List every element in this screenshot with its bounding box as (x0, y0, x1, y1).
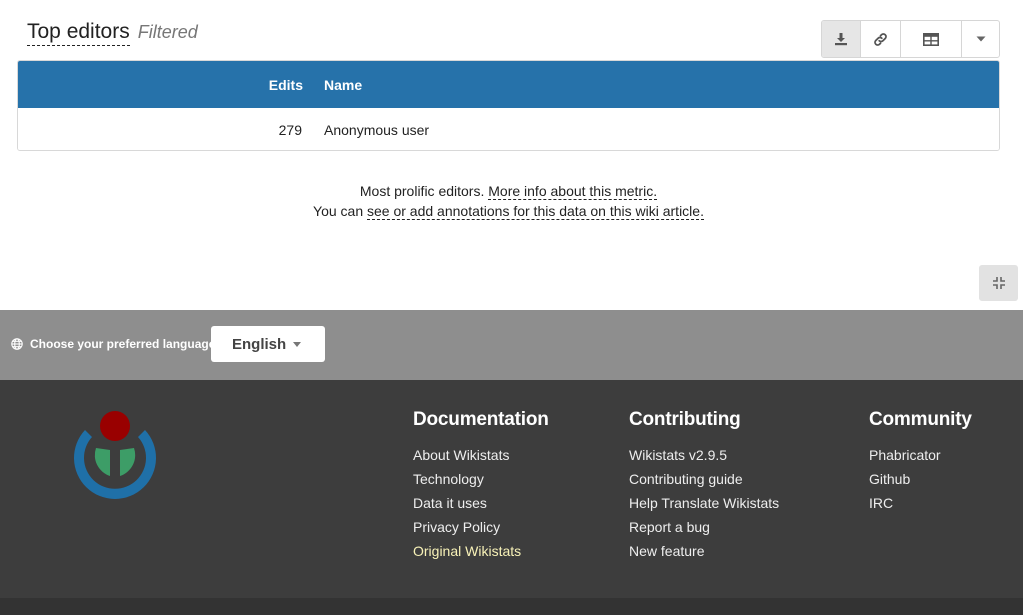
footer-column-documentation: Documentation About Wikistats Technology… (413, 409, 549, 563)
description-line-2: You can see or add annotations for this … (0, 201, 1017, 221)
download-button[interactable] (822, 21, 861, 57)
link-button[interactable] (861, 21, 901, 57)
chart-type-dropdown[interactable] (962, 21, 999, 57)
footer-link-data[interactable]: Data it uses (413, 491, 549, 515)
column-header-edits[interactable]: Edits (18, 77, 303, 93)
widget-toolbar (821, 20, 1000, 58)
footer-link-translate[interactable]: Help Translate Wikistats (629, 491, 779, 515)
filter-label: Filtered (137, 22, 198, 42)
compress-icon (992, 277, 1005, 289)
more-info-link[interactable]: More info about this metric. (488, 183, 658, 200)
footer-link-irc[interactable]: IRC (869, 491, 972, 515)
footer-link-privacy[interactable]: Privacy Policy (413, 515, 549, 539)
table-icon (923, 32, 939, 46)
annotations-prefix: You can (313, 203, 364, 219)
footer-link-report-bug[interactable]: Report a bug (629, 515, 779, 539)
language-bar: Choose your preferred language English (0, 310, 1023, 380)
footer: Documentation About Wikistats Technology… (0, 380, 1023, 615)
table-row: 279 Anonymous user (18, 108, 999, 150)
footer-link-version[interactable]: Wikistats v2.9.5 (629, 443, 779, 467)
language-select[interactable]: English (211, 326, 325, 362)
table-header-row: Edits Name (18, 61, 999, 108)
caret-down-icon (976, 36, 985, 42)
footer-column-contributing: Contributing Wikistats v2.9.5 Contributi… (629, 409, 779, 563)
wikimedia-logo (74, 411, 156, 499)
cell-edits: 279 (278, 121, 302, 138)
footer-link-about[interactable]: About Wikistats (413, 443, 549, 467)
cell-name: Anonymous user (324, 121, 430, 138)
footer-heading-contributing: Contributing (629, 409, 741, 430)
link-icon (874, 32, 887, 46)
download-icon (835, 33, 847, 46)
top-editors-table: Edits Name 279 Anonymous user (17, 60, 1000, 151)
annotations-link[interactable]: see or add annotations for this data on … (367, 203, 704, 220)
footer-link-github[interactable]: Github (869, 467, 972, 491)
widget-title[interactable]: Top editors (27, 20, 130, 46)
footer-link-new-feature[interactable]: New feature (629, 539, 779, 563)
description-text: Most prolific editors. (359, 183, 485, 199)
footer-heading-documentation: Documentation (413, 409, 549, 430)
table-view-button[interactable] (901, 21, 962, 57)
footer-link-original[interactable]: Original Wikistats (413, 539, 549, 563)
column-header-name[interactable]: Name (324, 77, 362, 93)
footer-bottom-strip (0, 598, 1023, 615)
language-selected-value: English (232, 335, 287, 353)
footer-column-community: Community Phabricator Github IRC (869, 409, 972, 515)
footer-link-phabricator[interactable]: Phabricator (869, 443, 972, 467)
caret-down-icon (293, 342, 301, 347)
language-label: Choose your preferred language (30, 337, 216, 351)
widget-header: Top editors Filtered (27, 20, 198, 46)
collapse-button[interactable] (979, 265, 1018, 301)
footer-link-technology[interactable]: Technology (413, 467, 549, 491)
globe-icon (11, 338, 23, 350)
metric-description: Most prolific editors. More info about t… (0, 181, 1017, 221)
description-line-1: Most prolific editors. More info about t… (0, 181, 1017, 201)
footer-link-contributing-guide[interactable]: Contributing guide (629, 467, 779, 491)
footer-heading-community: Community (869, 409, 972, 430)
